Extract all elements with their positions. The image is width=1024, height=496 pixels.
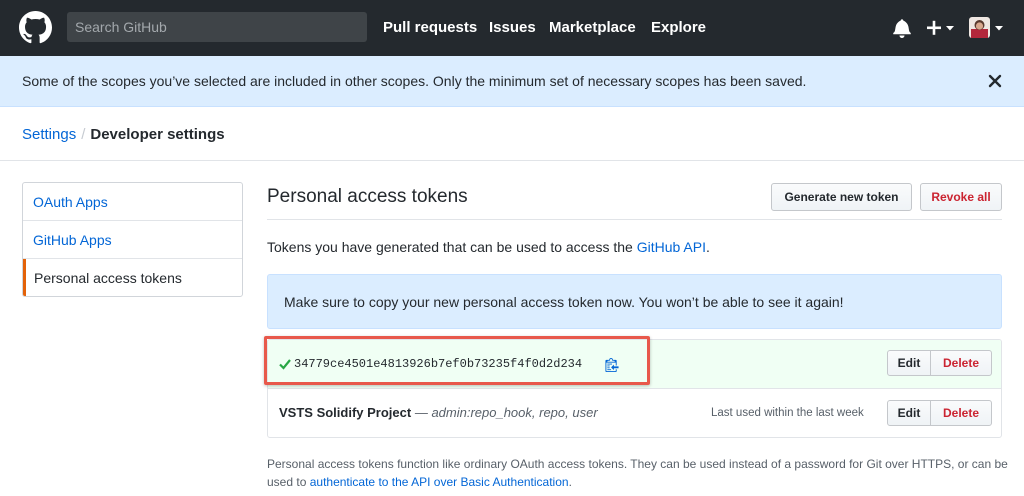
- github-logo-icon[interactable]: [19, 11, 52, 44]
- caret-down-icon: [946, 26, 954, 31]
- search-input[interactable]: Search GitHub: [67, 12, 367, 42]
- token-row: VSTS Solidify Project — admin:repo_hook,…: [268, 390, 1001, 437]
- token-name[interactable]: VSTS Solidify Project: [279, 405, 411, 420]
- sidebar-item-oauth-apps[interactable]: OAuth Apps: [23, 183, 242, 221]
- breadcrumb-current: Developer settings: [90, 126, 225, 143]
- intro-label: Tokens you have generated that can be us…: [267, 239, 633, 255]
- plus-icon: [927, 20, 941, 35]
- edit-button[interactable]: Edit: [888, 401, 931, 425]
- token-scopes: admin:repo_hook, repo, user: [431, 405, 598, 420]
- revoke-all-button[interactable]: Revoke all: [920, 183, 1002, 211]
- delete-button[interactable]: Delete: [931, 401, 991, 425]
- last-used-text: Last used within the last week: [711, 407, 864, 419]
- settings-sidebar: OAuth Apps GitHub Apps Personal access t…: [22, 182, 243, 297]
- caret-down-icon: [995, 26, 1003, 31]
- edit-button[interactable]: Edit: [888, 351, 931, 375]
- footer-note: Personal access tokens function like ord…: [267, 455, 1017, 491]
- flash-notice: Some of the scopes you’ve selected are i…: [0, 56, 1024, 107]
- basic-auth-link[interactable]: authenticate to the API over Basic Authe…: [310, 475, 569, 489]
- nav-pull-requests[interactable]: Pull requests: [383, 19, 477, 37]
- footer-end: .: [568, 475, 572, 489]
- delete-button[interactable]: Delete: [931, 351, 991, 375]
- divider: [267, 219, 1002, 220]
- breadcrumb-separator: /: [81, 126, 86, 143]
- nav-explore[interactable]: Explore: [651, 19, 706, 37]
- github-api-link[interactable]: GitHub API: [637, 239, 706, 255]
- breadcrumb: Settings / Developer settings: [22, 126, 225, 144]
- bell-icon[interactable]: [893, 18, 911, 38]
- intro-end: .: [705, 239, 710, 255]
- token-separator: —: [411, 405, 432, 420]
- nav-issues[interactable]: Issues: [489, 19, 536, 37]
- create-new-menu[interactable]: [926, 17, 956, 39]
- generate-new-token-button[interactable]: Generate new token: [771, 183, 912, 211]
- user-menu[interactable]: [969, 17, 1005, 39]
- notice-text: Make sure to copy your new personal acce…: [284, 294, 844, 310]
- breadcrumb-settings-link[interactable]: Settings: [22, 126, 76, 143]
- nav-marketplace[interactable]: Marketplace: [549, 19, 636, 37]
- sidebar-item-github-apps[interactable]: GitHub Apps: [23, 221, 242, 259]
- divider: [0, 160, 1024, 161]
- page-title: Personal access tokens: [267, 186, 468, 207]
- top-header: Search GitHub Pull requests Issues Marke…: [0, 0, 1024, 56]
- sidebar-item-personal-access-tokens[interactable]: Personal access tokens: [23, 259, 242, 296]
- token-description: VSTS Solidify Project — admin:repo_hook,…: [279, 405, 598, 421]
- highlight-box: [264, 336, 650, 385]
- intro-text: Tokens you have generated that can be us…: [267, 238, 710, 256]
- close-icon[interactable]: [988, 74, 1002, 88]
- copy-token-notice: Make sure to copy your new personal acce…: [267, 274, 1002, 329]
- flash-message: Some of the scopes you’ve selected are i…: [22, 73, 807, 89]
- token-actions: Edit Delete: [887, 400, 992, 426]
- avatar: [969, 17, 990, 38]
- new-token-actions: Edit Delete: [887, 350, 992, 376]
